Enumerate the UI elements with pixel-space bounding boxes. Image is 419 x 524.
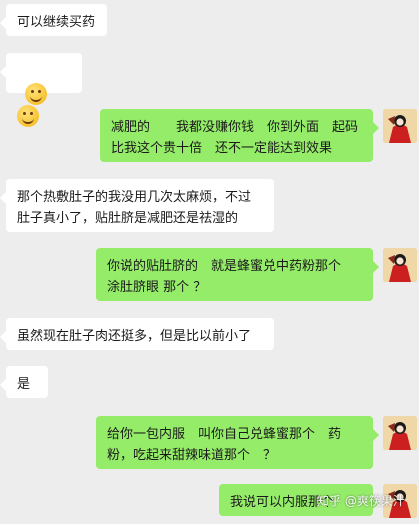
avatar-image-icon bbox=[383, 248, 417, 282]
message-bubble-sent[interactable]: 减肥的 我都没赚你钱 你到外面 起码比我这个贵十倍 还不一定能达到效果 bbox=[100, 109, 379, 162]
message-bubble-sent[interactable]: 给你一包内服 叫你自己兑蜂蜜那个 药粉，吃起来甜辣味道那个 ？ bbox=[96, 416, 379, 469]
watermark: 知乎 @爽筷果汁 bbox=[317, 494, 405, 508]
message-bubble-received[interactable]: 是 bbox=[0, 366, 48, 398]
message-bubble-received-emoji[interactable] bbox=[0, 53, 82, 127]
grinning-face-sweat-emoji bbox=[17, 105, 39, 127]
avatar-image-icon bbox=[383, 416, 417, 450]
message-bubble-received[interactable]: 那个热敷肚子的我没用几次太麻烦，不过肚子真小了，贴肚脐是减肥还是祛湿的 bbox=[0, 179, 274, 232]
user-avatar[interactable] bbox=[383, 416, 417, 450]
grinning-face-sweat-emoji bbox=[25, 83, 48, 105]
message-bubble-received[interactable]: 虽然现在肚子肉还挺多，但是比以前小了 bbox=[0, 318, 274, 350]
message-bubble-sent[interactable]: 你说的贴肚脐的 就是蜂蜜兑中药粉那个 涂肚脐眼 那个 ？ bbox=[96, 248, 379, 301]
message-bubble-received[interactable]: 可以继续买药 bbox=[0, 4, 107, 36]
user-avatar[interactable] bbox=[383, 109, 417, 143]
avatar-image-icon bbox=[383, 109, 417, 143]
user-avatar[interactable] bbox=[383, 248, 417, 282]
